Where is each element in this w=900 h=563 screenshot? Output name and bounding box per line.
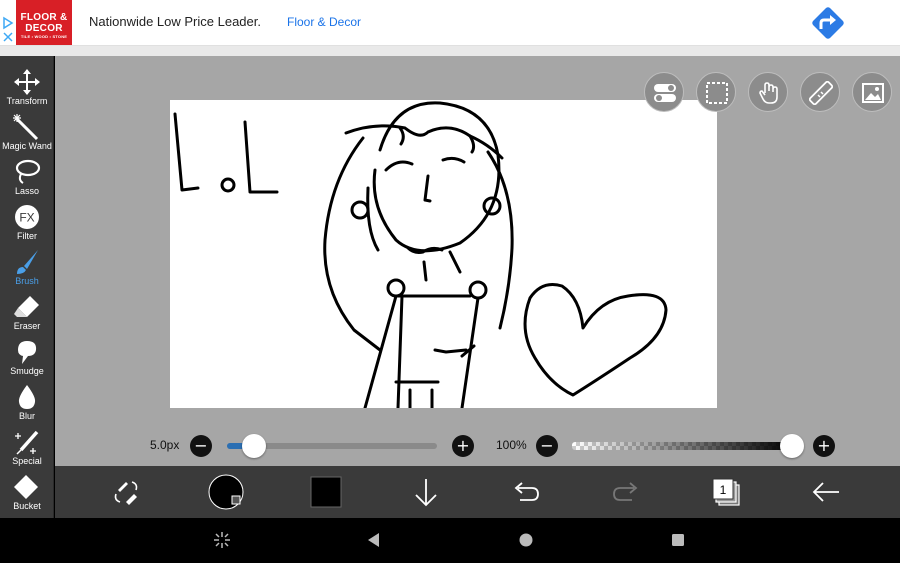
hand-icon	[759, 82, 778, 104]
selection-button[interactable]	[696, 72, 736, 112]
fx-icon: FX	[15, 205, 39, 229]
tool-label: Transform	[6, 96, 48, 106]
layers-count: 1	[720, 483, 727, 497]
brush-size-value: 5.0px	[150, 438, 180, 452]
color-swatch-icon	[310, 476, 342, 508]
tool-label: Magic Wand	[2, 141, 52, 151]
eraser-icon	[14, 296, 39, 317]
opacity-plus-button[interactable]: +	[813, 435, 835, 457]
tool-sidebar: Transform Magic Wand Lasso FX Filter Bru…	[0, 56, 54, 518]
brush-size-thumb[interactable]	[242, 434, 267, 458]
ad-banner[interactable]: FLOOR & DECOR TILE • WOOD • STONE Nation…	[0, 0, 900, 46]
tool-label: Blur	[18, 411, 35, 421]
redo-icon	[613, 482, 638, 501]
adchoices-icon[interactable]	[2, 16, 14, 44]
ad-logo-line1: FLOOR & DECOR	[20, 12, 68, 34]
smudge-icon	[18, 341, 37, 364]
tool-label: Special	[12, 456, 42, 466]
opacity-value: 100%	[496, 438, 527, 452]
toggle-icon	[654, 84, 676, 102]
opacity-minus-button[interactable]: −	[536, 435, 558, 457]
bucket-icon	[14, 475, 38, 499]
swap-tools-icon	[114, 481, 138, 505]
download-button[interactable]	[408, 474, 444, 510]
size-minus-button[interactable]: −	[190, 435, 212, 457]
tool-smudge[interactable]: Smudge	[0, 336, 54, 381]
size-plus-button[interactable]: +	[452, 435, 474, 457]
undo-icon	[514, 482, 539, 501]
tool-label: Brush	[15, 276, 39, 286]
separator-band	[0, 46, 900, 56]
tool-label: Smudge	[10, 366, 44, 376]
ruler-icon	[809, 81, 833, 105]
hand-button[interactable]	[748, 72, 788, 112]
minus-icon: −	[194, 436, 208, 455]
opacity-slider[interactable]	[572, 442, 792, 450]
ad-brand-link[interactable]: Floor & Decor	[287, 15, 361, 29]
image-button[interactable]	[852, 72, 892, 112]
lasso-icon	[15, 159, 41, 184]
brush-preview-icon	[208, 474, 244, 510]
ad-logo[interactable]: FLOOR & DECOR TILE • WOOD • STONE	[16, 0, 72, 45]
home-icon[interactable]	[516, 530, 536, 550]
selection-icon	[706, 82, 728, 104]
blur-drop-icon	[18, 385, 36, 409]
assistant-icon[interactable]	[212, 530, 232, 550]
toggle-button[interactable]	[644, 72, 684, 112]
directions-arrow-icon[interactable]	[808, 3, 848, 43]
ruler-button[interactable]	[800, 72, 840, 112]
tool-magic-wand[interactable]: Magic Wand	[0, 111, 54, 156]
special-pen-icon	[15, 430, 39, 455]
magic-wand-icon	[13, 114, 39, 141]
drawing	[173, 101, 668, 408]
brush-icon	[17, 250, 38, 274]
back-button[interactable]	[808, 474, 844, 510]
tool-transform[interactable]: Transform	[0, 66, 54, 111]
image-icon	[862, 83, 884, 103]
back-arrow-icon	[812, 482, 839, 502]
tool-bucket[interactable]: Bucket	[0, 471, 54, 516]
svg-text:FX: FX	[19, 211, 34, 225]
tool-label: Bucket	[13, 501, 41, 511]
opacity-thumb[interactable]	[780, 434, 804, 458]
tool-label: Eraser	[13, 321, 41, 331]
tool-eraser[interactable]: Eraser	[0, 291, 54, 336]
brush-preview-button[interactable]	[208, 474, 244, 510]
tool-filter[interactable]: FX Filter	[0, 201, 54, 246]
android-nav-bar	[0, 518, 900, 563]
ad-logo-line2: TILE • WOOD • STONE	[20, 34, 68, 39]
tool-label: Lasso	[14, 186, 40, 196]
ad-headline[interactable]: Nationwide Low Price Leader.	[89, 14, 261, 29]
drawing-canvas[interactable]	[170, 100, 717, 408]
work-area: 5.0px − + 100% − +	[55, 56, 900, 466]
move-arrows-icon	[14, 69, 40, 95]
swap-tools-button[interactable]	[108, 474, 144, 510]
tool-blur[interactable]: Blur	[0, 381, 54, 426]
layers-button[interactable]: 1	[708, 474, 744, 510]
tool-label: Filter	[17, 231, 37, 241]
layers-icon: 1	[712, 478, 740, 506]
download-icon	[415, 479, 437, 507]
undo-button[interactable]	[508, 474, 544, 510]
tool-lasso[interactable]: Lasso	[0, 156, 54, 201]
color-swatch-button[interactable]	[308, 474, 344, 510]
redo-button[interactable]	[608, 474, 644, 510]
back-icon[interactable]	[364, 530, 384, 550]
plus-icon: +	[817, 436, 831, 455]
plus-icon: +	[456, 436, 470, 455]
recents-icon[interactable]	[668, 530, 688, 550]
minus-icon: −	[540, 436, 554, 455]
tool-brush[interactable]: Brush	[0, 246, 54, 291]
tool-special[interactable]: Special	[0, 426, 54, 471]
bottom-toolbar: 1	[55, 466, 900, 518]
